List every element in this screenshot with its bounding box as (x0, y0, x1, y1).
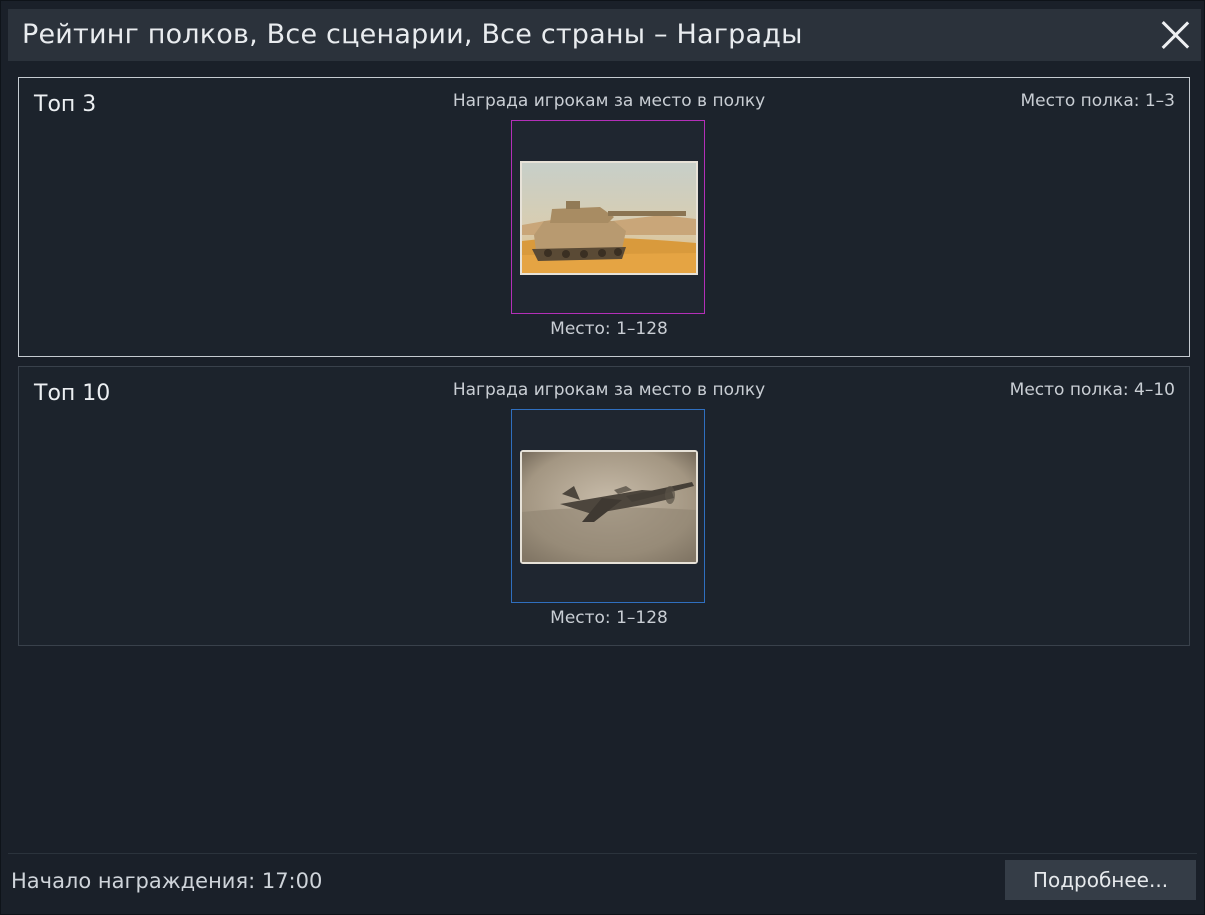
footer-divider (8, 853, 1197, 854)
regiment-place: Место полка: 4–10 (1009, 380, 1175, 400)
player-place-label: Место: 1–128 (550, 319, 668, 339)
reward-card-aircraft-decal[interactable] (511, 409, 705, 603)
player-place-label: Место: 1–128 (550, 608, 668, 628)
tier-label: Топ 10 (34, 381, 111, 406)
reward-panel-top10: Топ 10 Награда игрокам за место в полку … (18, 366, 1190, 646)
details-button[interactable]: Подробнее... (1005, 860, 1196, 900)
regiment-place: Место полка: 1–3 (1020, 91, 1175, 111)
close-icon[interactable] (1159, 19, 1191, 51)
reward-panel-top3: Топ 3 Награда игрокам за место в полку М… (18, 77, 1190, 357)
award-start-time: Начало награждения: 17:00 (11, 869, 323, 893)
tank-decal-image (520, 161, 698, 275)
aircraft-decal-image (520, 450, 698, 564)
window-title: Рейтинг полков, Все сценарии, Все страны… (22, 19, 803, 50)
tier-label: Топ 3 (34, 92, 97, 117)
reward-card-tank-decal[interactable] (511, 120, 705, 314)
rewards-window: Рейтинг полков, Все сценарии, Все страны… (0, 0, 1205, 915)
title-bar: Рейтинг полков, Все сценарии, Все страны… (8, 9, 1201, 61)
